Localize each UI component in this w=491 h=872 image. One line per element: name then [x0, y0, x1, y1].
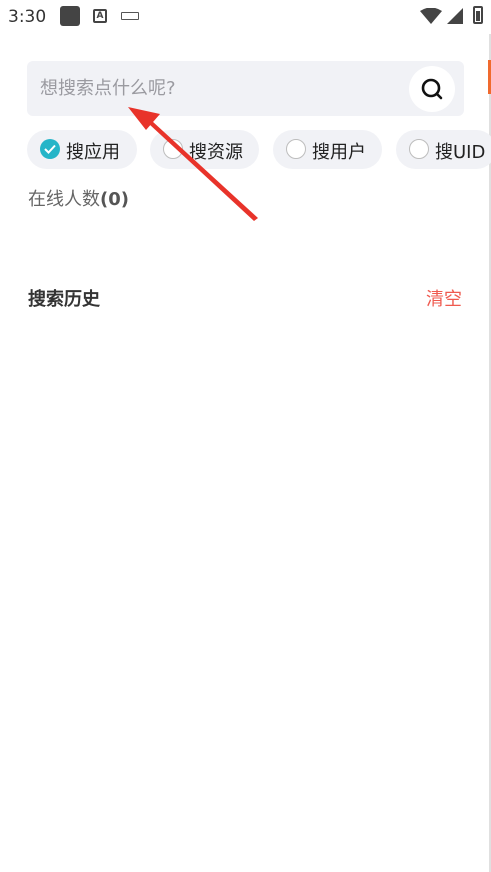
search-input[interactable]	[27, 61, 410, 116]
filter-chip-label: 搜应用	[66, 142, 120, 163]
signal-icon	[447, 8, 463, 24]
online-count-value: (0)	[100, 189, 129, 210]
radio-unchecked-icon	[286, 139, 306, 159]
filter-chip-uid[interactable]: 搜UID	[396, 130, 491, 169]
online-count-label: 在线人数	[28, 189, 100, 210]
radio-unchecked-icon	[163, 139, 183, 159]
filter-chip-label: 搜用户	[312, 142, 366, 163]
search-bar	[27, 61, 464, 116]
search-icon	[421, 78, 443, 100]
font-a-icon: A	[93, 9, 107, 23]
notification-square-icon	[60, 6, 80, 26]
filter-chip-app[interactable]: 搜应用	[27, 130, 137, 169]
status-bar: 3:30 A	[0, 0, 491, 34]
filter-chip-user[interactable]: 搜用户	[273, 130, 382, 169]
status-time: 3:30	[8, 7, 47, 27]
radio-checked-icon	[40, 139, 60, 159]
online-count: 在线人数(0)	[28, 185, 129, 211]
battery-icon	[473, 6, 483, 24]
clear-history-button[interactable]: 清空	[426, 285, 462, 311]
keyboard-icon	[121, 12, 139, 20]
wifi-icon	[420, 8, 442, 24]
search-button[interactable]	[409, 66, 455, 112]
filter-chip-label: 搜UID	[435, 142, 486, 163]
radio-unchecked-icon	[409, 139, 429, 159]
filter-chip-label: 搜资源	[189, 142, 243, 163]
filter-chip-resource[interactable]: 搜资源	[150, 130, 259, 169]
search-history-title: 搜索历史	[28, 289, 100, 310]
